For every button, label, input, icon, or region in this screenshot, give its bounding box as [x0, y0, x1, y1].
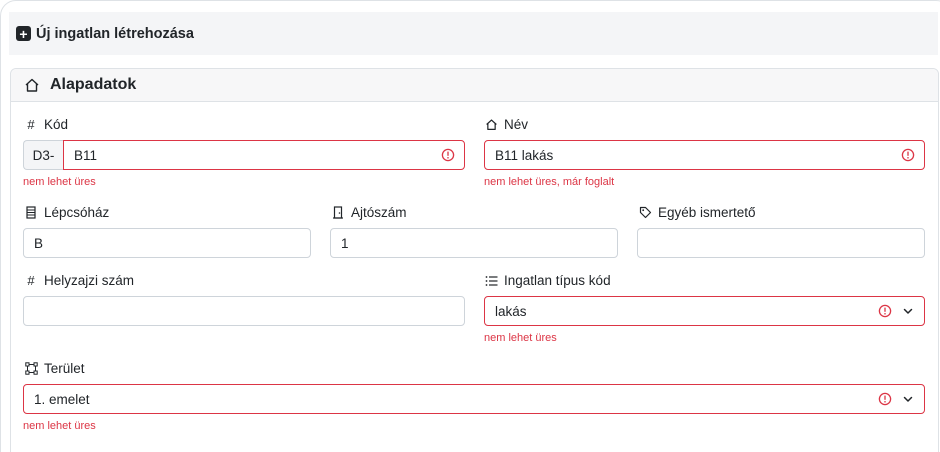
- tipus-error: nem lehet üres: [484, 332, 557, 344]
- plus-square-icon: +: [16, 26, 31, 41]
- terulet-value: 1. emelet: [34, 391, 90, 407]
- error-icon: [441, 148, 455, 162]
- terulet-error: nem lehet üres: [23, 420, 96, 432]
- list-icon: [484, 274, 498, 288]
- kod-error: nem lehet üres: [23, 176, 96, 188]
- kod-value: B11: [74, 147, 98, 163]
- egyeb-label-text: Egyéb ismertető: [658, 205, 756, 220]
- error-icon: [901, 148, 915, 162]
- ajtoszam-label: Ajtószám: [331, 205, 407, 220]
- chevron-down-icon[interactable]: [902, 393, 914, 405]
- terulet-label-text: Terület: [44, 361, 85, 376]
- terulet-label: Terület: [24, 361, 85, 376]
- nev-label-text: Név: [504, 117, 529, 132]
- house-icon: [24, 77, 40, 93]
- page-header: + Új ingatlan létrehozása: [9, 12, 938, 55]
- bounding-box-icon: [24, 362, 38, 376]
- lepcsohaz-label: Lépcsóház: [24, 205, 109, 220]
- card-header: Alapadatok: [11, 69, 938, 102]
- helyrajzi-label-text: Helyzajzi szám: [44, 273, 135, 288]
- stairs-icon: [24, 206, 38, 220]
- chevron-down-icon[interactable]: [902, 305, 914, 317]
- ajtoszam-value: 1: [341, 235, 349, 251]
- house-icon: [484, 118, 498, 132]
- tipus-select[interactable]: lakás: [484, 296, 925, 326]
- page-title: Új ingatlan létrehozása: [36, 25, 194, 42]
- helyrajzi-label: # Helyzajzi szám: [24, 273, 134, 288]
- ajtoszam-label-text: Ajtószám: [351, 205, 407, 220]
- hash-icon: #: [27, 117, 35, 132]
- nev-value: B11 lakás: [495, 147, 554, 163]
- error-icon: [878, 304, 892, 318]
- egyeb-input[interactable]: [637, 228, 925, 258]
- tipus-value: lakás: [495, 303, 527, 319]
- kod-label: # Kód: [24, 117, 68, 132]
- hash-icon: #: [27, 273, 35, 288]
- ajtoszam-input[interactable]: 1: [330, 228, 618, 258]
- helyrajzi-input[interactable]: [23, 296, 465, 326]
- tipus-label-text: Ingatlan típus kód: [504, 273, 611, 288]
- kod-prefix: D3-: [23, 140, 63, 170]
- door-icon: [331, 206, 345, 220]
- lepcsohaz-label-text: Lépcsóház: [44, 205, 110, 220]
- lepcsohaz-value: B: [34, 235, 44, 251]
- tipus-label: Ingatlan típus kód: [484, 273, 611, 288]
- terulet-select[interactable]: 1. emelet: [23, 384, 925, 414]
- nev-input[interactable]: B11 lakás: [484, 140, 925, 170]
- error-icon: [878, 392, 892, 406]
- nev-error: nem lehet üres, már foglalt: [484, 176, 615, 188]
- nev-label: Név: [484, 117, 528, 132]
- card-title: Alapadatok: [50, 76, 137, 93]
- kod-input[interactable]: B11: [63, 140, 465, 170]
- kod-label-text: Kód: [44, 117, 69, 132]
- lepcsohaz-input[interactable]: B: [23, 228, 311, 258]
- egyeb-label: Egyéb ismertető: [638, 205, 756, 220]
- tag-icon: [638, 206, 652, 220]
